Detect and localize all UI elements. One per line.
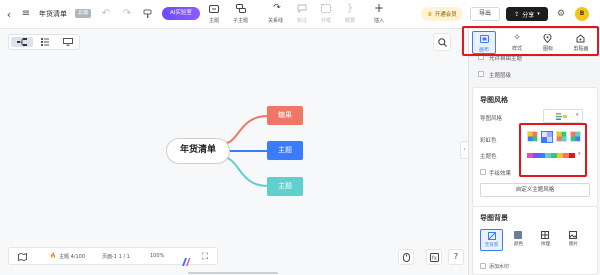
subtopic-icon xyxy=(235,3,247,14)
no-background-icon xyxy=(488,232,496,240)
keyboard-icon: fx xyxy=(430,253,439,262)
page-indicator[interactable]: 页面-1 1 / 1 xyxy=(102,253,130,260)
tabs-highlight-box xyxy=(462,26,599,56)
bg-color-option[interactable]: 颜色 xyxy=(507,229,530,251)
root-topic[interactable]: 年货清单 xyxy=(166,138,230,164)
bg-none-label: 无背景 xyxy=(484,243,499,248)
hamburger-icon[interactable]: ≡ xyxy=(21,9,31,19)
hand-drawn-label: 手绘效果 xyxy=(489,171,512,177)
ai-lab-button[interactable]: AI实验室 xyxy=(162,7,200,20)
share-button[interactable]: ⇪ 分享 ▾ xyxy=(506,7,548,21)
bg-none-option[interactable]: 无背景 xyxy=(480,229,503,251)
share-label: 分享 xyxy=(522,11,535,19)
custom-style-button[interactable]: 自定义主题风格 xyxy=(480,183,590,197)
texture-icon xyxy=(541,231,549,239)
bg-color-label: 颜色 xyxy=(514,242,523,247)
mindmap-canvas[interactable]: 年货清单 糖果 主题 主题 🔥 主题 4/100 页面-1 1 / 1 100%… xyxy=(0,29,468,275)
rainbow-highlight-box xyxy=(519,123,587,177)
background-heading: 导图背景 xyxy=(480,214,508,222)
rainbow-label: 彩虹色 xyxy=(480,138,497,144)
topic-count: 主题 4/100 xyxy=(59,254,85,260)
ai-logo-icon[interactable] xyxy=(181,252,191,266)
relation-label: 关系线 xyxy=(268,18,284,24)
style-select[interactable]: ▾ xyxy=(543,109,583,123)
connector-red xyxy=(221,115,269,145)
connector-teal xyxy=(221,156,269,187)
theme-level-checkbox[interactable] xyxy=(478,71,484,77)
style-label: 导图风格 xyxy=(480,116,503,122)
relation-line-icon: ↷ xyxy=(273,3,281,13)
redo-icon[interactable]: ↷ xyxy=(122,9,132,19)
collapse-panel-icon[interactable]: › xyxy=(460,141,468,159)
settings-icon[interactable]: ⚙ xyxy=(556,9,566,19)
avatar[interactable]: B xyxy=(575,7,589,21)
insert-label: 插入 xyxy=(374,18,385,24)
fullscreen-icon[interactable]: ⛶ xyxy=(200,252,210,262)
theme-icon xyxy=(208,3,220,14)
cloud-badge: 云端 xyxy=(75,9,92,18)
bg-image-label: 图片 xyxy=(569,242,578,247)
image-icon xyxy=(569,231,577,239)
theme-level-label: 主题层级 xyxy=(489,73,512,79)
watermark-label: 添加水印 xyxy=(489,264,510,270)
bg-image-option[interactable]: 图片 xyxy=(562,229,585,251)
topic-3[interactable]: 主题 xyxy=(267,177,303,196)
theme-color-label: 主题色 xyxy=(480,154,497,160)
bg-texture-label: 纹理 xyxy=(541,242,550,247)
theme-label: 主题 xyxy=(209,18,220,24)
format-painter-icon[interactable] xyxy=(142,9,152,19)
status-bar: 🔥 主题 4/100 页面-1 1 / 1 100% ⛶ xyxy=(8,247,218,266)
top-toolbar: ‹ ≡ 年货清单 云端 ↶ ↷ AI实验室 主题 子主题 ↷ 关系线 标注 外框… xyxy=(0,0,600,29)
mindmap-connectors xyxy=(221,115,269,187)
label-label: 标注 xyxy=(297,18,308,24)
svg-text:fx: fx xyxy=(432,256,437,262)
mouse-mode-button[interactable] xyxy=(398,249,414,265)
color-icon xyxy=(514,231,522,239)
outline-icon xyxy=(320,3,332,14)
help-icon[interactable]: ? xyxy=(448,249,464,265)
plus-icon: + xyxy=(373,1,385,15)
label-icon xyxy=(296,3,308,14)
watermark-checkbox[interactable] xyxy=(480,263,486,269)
mouse-icon xyxy=(403,253,410,262)
export-button[interactable]: 导出 xyxy=(470,7,500,21)
horizontal-scrollbar[interactable] xyxy=(188,272,278,274)
summary-icon: } xyxy=(346,2,354,14)
share-icon: ⇪ xyxy=(514,10,520,18)
crown-icon: ♛ xyxy=(427,10,433,18)
map-icon[interactable] xyxy=(17,252,27,261)
style-preview-icon xyxy=(556,113,567,120)
hand-drawn-checkbox[interactable] xyxy=(480,169,486,175)
zoom-level[interactable]: 100% xyxy=(150,253,164,259)
topic-2[interactable]: 主题 xyxy=(267,141,303,160)
topic-candy[interactable]: 糖果 xyxy=(267,106,303,125)
bg-texture-option[interactable]: 纹理 xyxy=(534,229,557,251)
chevron-left-icon[interactable]: ‹ xyxy=(4,9,14,20)
subtopic-label: 子主题 xyxy=(233,18,249,24)
shortcut-button[interactable]: fx xyxy=(426,249,442,265)
member-button[interactable]: ♛ 开通会员 xyxy=(421,7,463,21)
outline-label: 外框 xyxy=(321,18,332,24)
chevron-down-icon: ▾ xyxy=(576,112,579,118)
summary-label: 概要 xyxy=(345,18,356,24)
undo-icon[interactable]: ↶ xyxy=(101,9,111,19)
fire-icon: 🔥 xyxy=(50,253,57,259)
document-title[interactable]: 年货清单 xyxy=(39,9,67,19)
chevron-down-icon: ▾ xyxy=(537,11,540,17)
member-label: 开通会员 xyxy=(434,12,457,18)
style-heading: 导图风格 xyxy=(480,96,508,104)
